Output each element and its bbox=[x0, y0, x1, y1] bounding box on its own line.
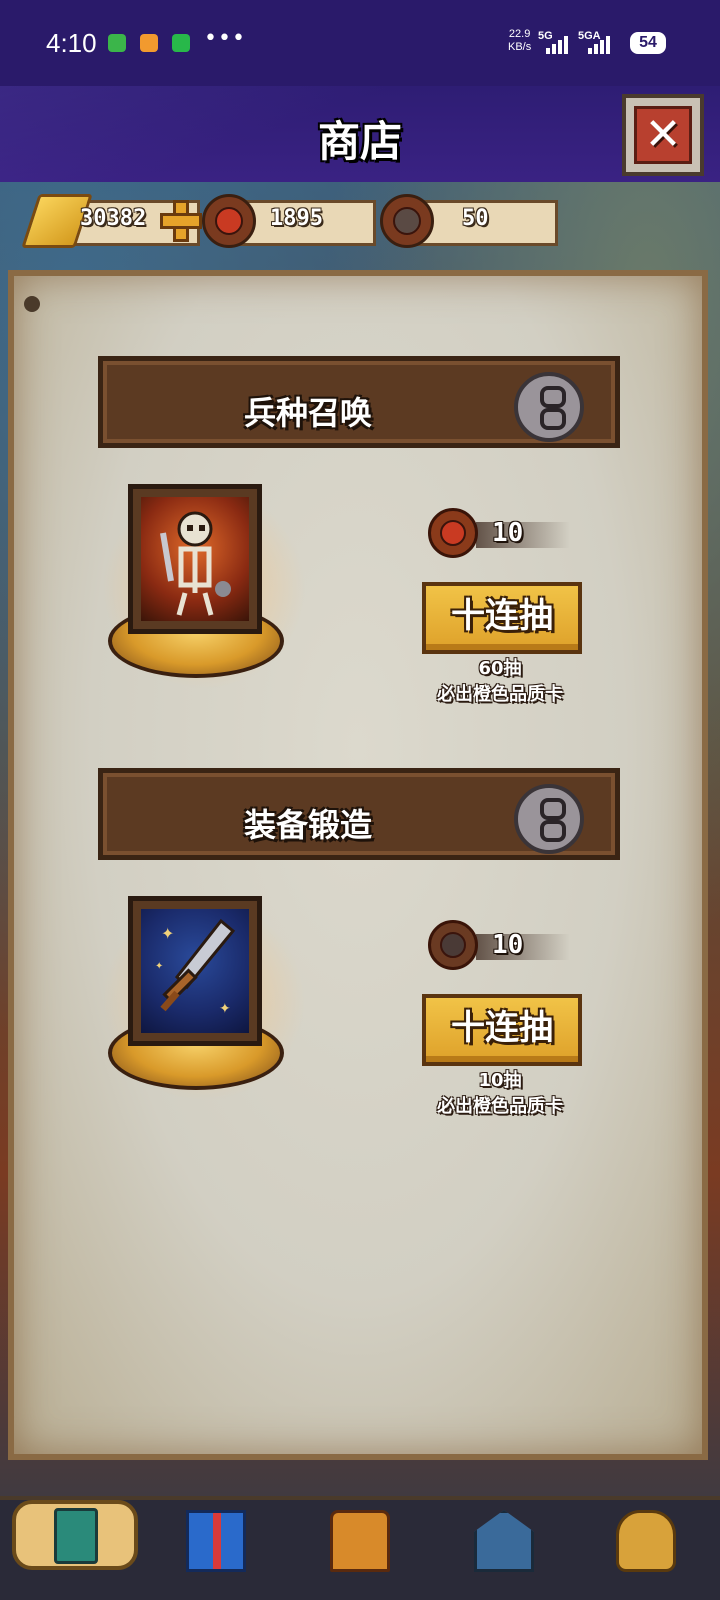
unit-ten-draw-button[interactable]: 十连抽 bbox=[422, 582, 582, 654]
shop-panel bbox=[8, 270, 708, 1460]
nav-tab-gifts[interactable] bbox=[176, 1506, 256, 1580]
demon-token-amount: 1895 bbox=[270, 206, 323, 231]
svg-text:✦: ✦ bbox=[161, 924, 174, 943]
treasure-chest-icon bbox=[330, 1510, 390, 1572]
anvil-token-amount: 50 bbox=[462, 206, 489, 231]
signal-icon-2 bbox=[588, 36, 614, 54]
status-time: 4:10 bbox=[46, 28, 97, 58]
demon-token-icon bbox=[202, 194, 256, 248]
equipment-forge-title: 装备锻造 bbox=[243, 806, 372, 844]
card-deck-icon bbox=[54, 1508, 98, 1564]
network-speed-unit: KB/s bbox=[508, 41, 532, 53]
equipment-forge-info-button[interactable] bbox=[514, 784, 584, 854]
equipment-forge-cost: 10 bbox=[492, 930, 524, 960]
gold-amount: 30382 bbox=[80, 206, 147, 231]
signal-icon bbox=[546, 36, 572, 54]
gift-box-icon bbox=[186, 1510, 246, 1572]
unit-summon-cost: 10 bbox=[492, 518, 524, 548]
skeleton-card-icon bbox=[141, 497, 249, 621]
vip-bag-icon bbox=[616, 1510, 676, 1572]
battery-indicator: 54 bbox=[630, 32, 666, 54]
anvil-token-cost-icon bbox=[428, 920, 478, 970]
nav-tab-vip[interactable] bbox=[606, 1506, 686, 1580]
unit-pity-count: 60抽 bbox=[478, 658, 522, 679]
more-notifications-icon: ••• bbox=[204, 26, 246, 51]
close-button[interactable]: ✕ bbox=[622, 94, 704, 176]
close-icon: ✕ bbox=[634, 106, 692, 164]
demon-token-cost-icon bbox=[428, 508, 478, 558]
equipment-pity-note: 必出橙色品质卡 bbox=[437, 1096, 563, 1117]
anvil-token-icon bbox=[380, 194, 434, 248]
nav-tab-barracks[interactable] bbox=[464, 1506, 544, 1580]
app-notification-icon bbox=[140, 34, 158, 52]
network-speed: 22.9 KB/s bbox=[508, 28, 531, 54]
equipment-card[interactable]: ✦ ✦ ✦ bbox=[128, 896, 262, 1046]
shop-header: 商店 ✕ bbox=[0, 86, 720, 182]
unit-summon-title: 兵种召唤 bbox=[243, 394, 372, 432]
svg-text:✦: ✦ bbox=[219, 1001, 231, 1017]
svg-text:✦: ✦ bbox=[155, 961, 163, 972]
wechat-icon bbox=[108, 34, 126, 52]
unit-pity-note: 必出橙色品质卡 bbox=[437, 684, 563, 705]
unit-summon-info-button[interactable] bbox=[514, 372, 584, 442]
nav-tab-cards[interactable] bbox=[12, 1500, 138, 1570]
add-gold-button[interactable] bbox=[160, 200, 202, 242]
status-bar: 4:10 ••• 22.9 KB/s 5G 5GA 54 bbox=[0, 0, 720, 86]
nav-tab-shop[interactable] bbox=[320, 1506, 400, 1580]
phone-icon bbox=[172, 34, 190, 52]
unit-card[interactable] bbox=[128, 484, 262, 634]
sword-card-icon: ✦ ✦ ✦ bbox=[141, 909, 249, 1033]
page-title: 商店 bbox=[317, 117, 402, 166]
network-speed-value: 22.9 bbox=[508, 28, 531, 40]
nail-decoration bbox=[24, 296, 40, 312]
equipment-ten-draw-button[interactable]: 十连抽 bbox=[422, 994, 582, 1066]
equipment-pity-count: 10抽 bbox=[478, 1070, 522, 1091]
barracks-house-icon bbox=[474, 1510, 534, 1572]
